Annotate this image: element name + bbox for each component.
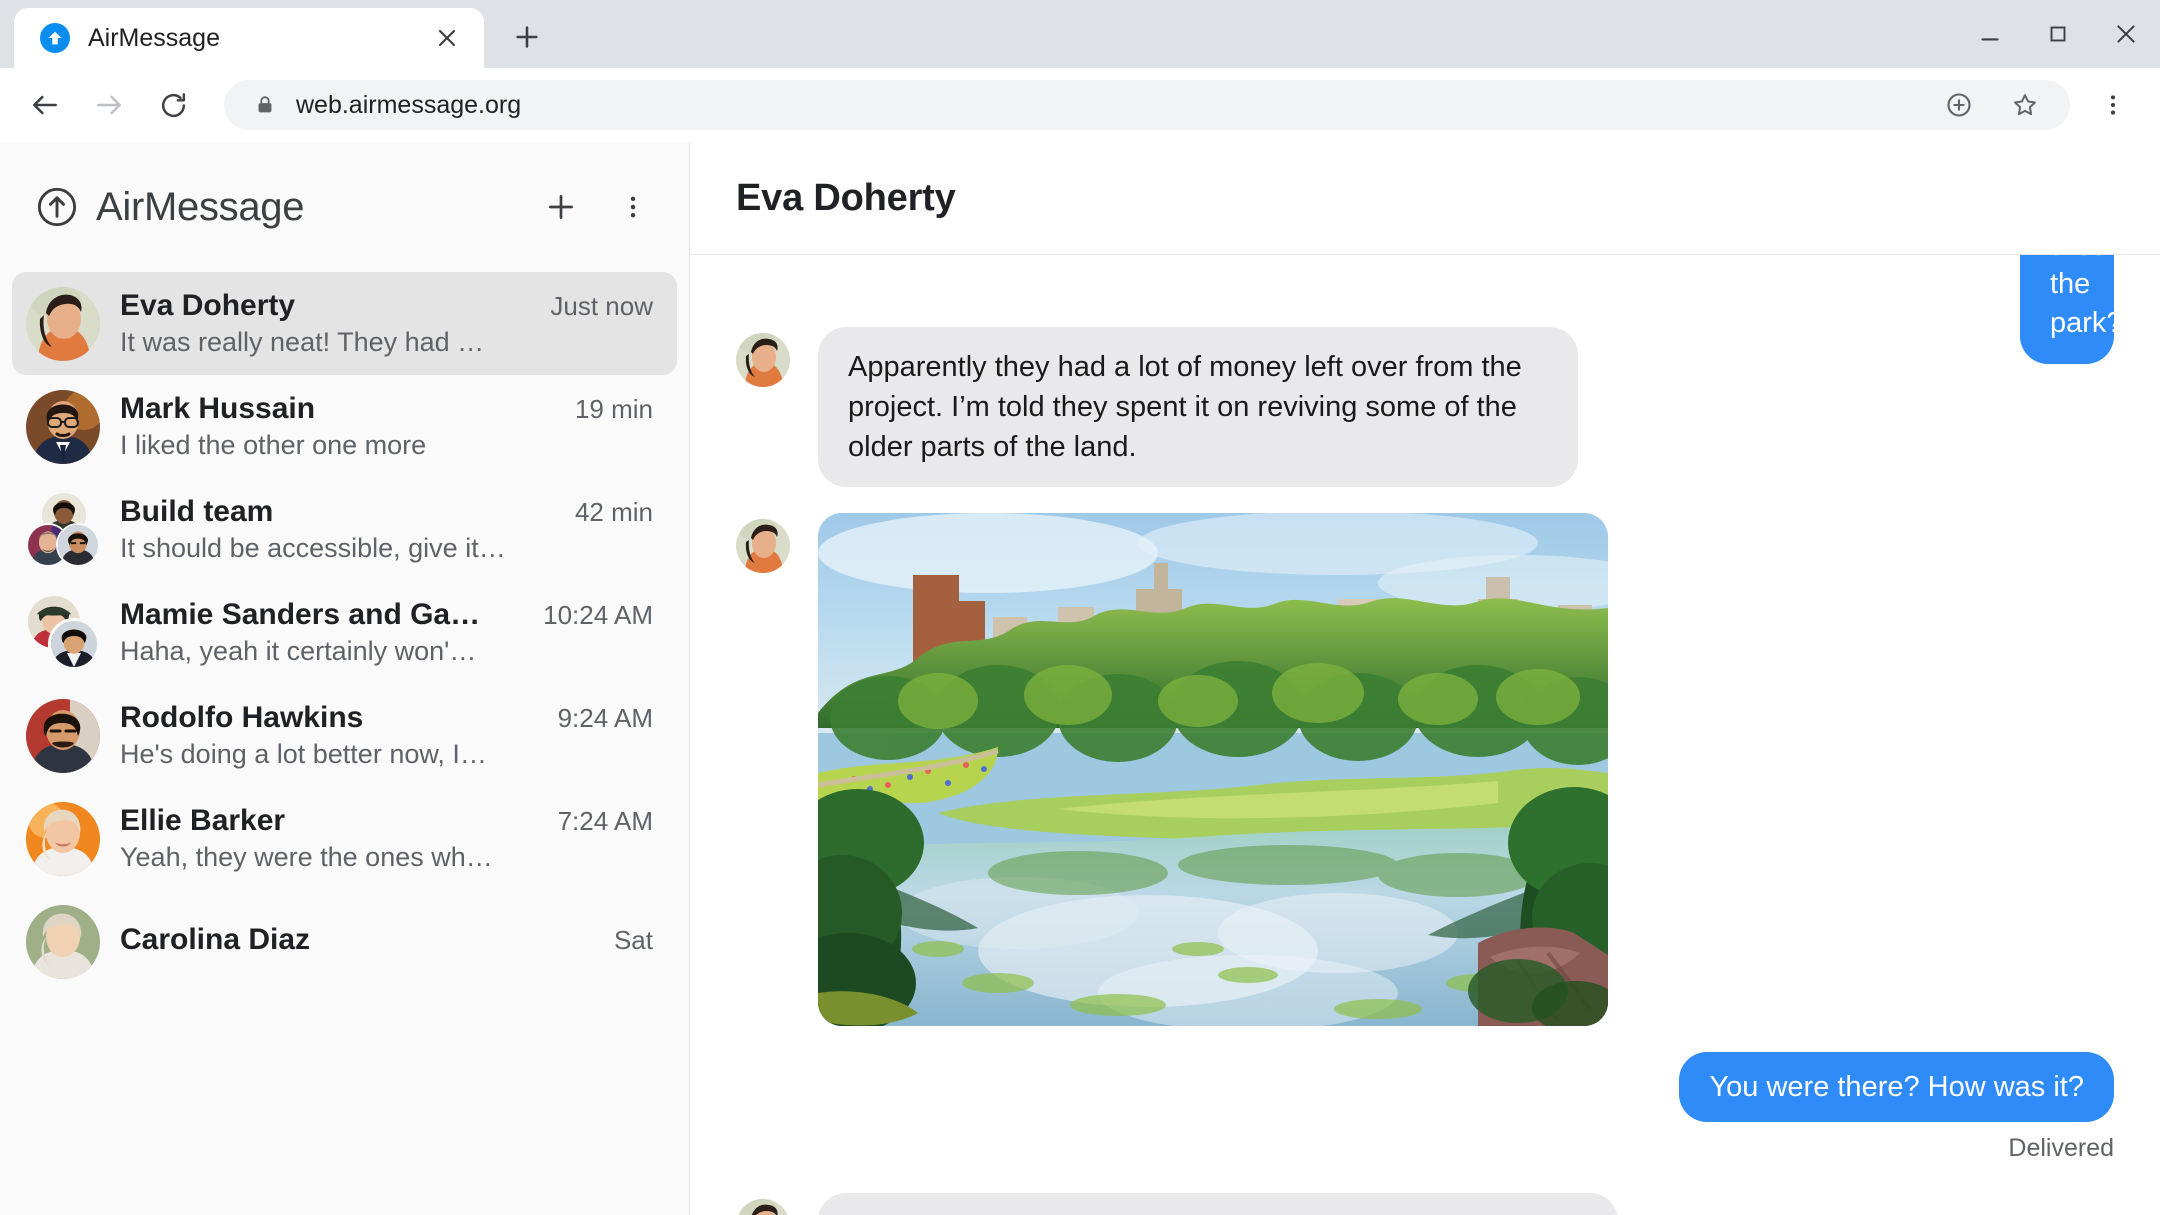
reload-icon[interactable] <box>144 76 202 134</box>
message-row-incoming-attachment <box>736 513 2114 1026</box>
lock-icon <box>254 94 276 116</box>
conversation-item-mark-hussain[interactable]: Mark Hussain 19 min I liked the other on… <box>12 375 677 478</box>
conversation-list[interactable]: Eva Doherty Just now It was really neat!… <box>0 272 689 1215</box>
conversation-preview: I liked the other one more <box>120 430 653 461</box>
conversation-name: Ellie Barker <box>120 804 546 838</box>
sidebar-overflow-menu-icon[interactable] <box>605 179 661 235</box>
conversation-preview: It was really neat! They had … <box>120 327 653 358</box>
app-title: AirMessage <box>96 185 517 230</box>
close-tab-icon[interactable] <box>428 19 466 57</box>
address-bar[interactable]: web.airmessage.org <box>224 80 2070 130</box>
maximize-window-icon[interactable] <box>2024 0 2092 68</box>
conversation-item-ellie-barker[interactable]: Ellie Barker 7:24 AM Yeah, they were the… <box>12 787 677 890</box>
delivery-status: Delivered <box>736 1134 2114 1163</box>
conversation-item-eva-doherty[interactable]: Eva Doherty Just now It was really neat!… <box>12 272 677 375</box>
message-row-outgoing: You were there? How was it? <box>736 1052 2114 1122</box>
browser-tab-airmessage[interactable]: AirMessage <box>14 8 484 68</box>
window-controls <box>1956 0 2160 68</box>
airmessage-arrow-icon <box>40 23 70 53</box>
install-app-icon[interactable] <box>1936 82 1982 128</box>
conversation-time: 9:24 AM <box>558 703 653 734</box>
conversation-time: 7:24 AM <box>558 806 653 837</box>
avatar <box>26 699 100 773</box>
message-bubble-incoming[interactable]: Apparently they had a lot of money left … <box>818 327 1578 487</box>
chat-title: Eva Doherty <box>736 177 956 220</box>
new-tab-button[interactable] <box>502 12 552 62</box>
avatar <box>26 802 100 876</box>
back-arrow-icon[interactable] <box>16 76 74 134</box>
conversation-name: Mark Hussain <box>120 392 563 426</box>
conversation-preview: He's doing a lot better now, I… <box>120 739 653 770</box>
conversation-name: Carolina Diaz <box>120 923 602 957</box>
conversation-item-rodolfo-hawkins[interactable]: Rodolfo Hawkins 9:24 AM He's doing a lot… <box>12 684 677 787</box>
avatar <box>736 333 790 387</box>
airmessage-app: AirMessage <box>0 142 2160 1215</box>
avatar <box>736 1199 790 1215</box>
conversation-time: 10:24 AM <box>543 600 653 631</box>
tab-title: AirMessage <box>88 24 410 53</box>
conversation-sidebar: AirMessage <box>0 142 690 1215</box>
conversation-name: Build team <box>120 495 563 529</box>
conversation-item-build-team[interactable]: Build team 42 min It should be accessibl… <box>12 478 677 581</box>
minimize-window-icon[interactable] <box>1956 0 2024 68</box>
message-bubble-outgoing-clipped[interactable]: around the park? <box>2020 255 2114 364</box>
chat-header: Eva Doherty <box>690 142 2160 255</box>
url-text: web.airmessage.org <box>296 91 1916 120</box>
browser-window: AirMessage <box>0 0 2160 1215</box>
avatar <box>26 287 100 361</box>
group-avatar <box>26 596 100 670</box>
airmessage-circle-arrow-icon <box>34 184 80 230</box>
tab-strip: AirMessage <box>0 0 2160 68</box>
avatar <box>26 390 100 464</box>
new-conversation-button[interactable] <box>533 179 589 235</box>
conversation-name: Rodolfo Hawkins <box>120 701 546 735</box>
avatar <box>26 905 100 979</box>
close-window-icon[interactable] <box>2092 0 2160 68</box>
conversation-time: Sat <box>614 925 653 956</box>
message-row-incoming-text-2: It was really neat! They had the fountai… <box>736 1193 2114 1215</box>
message-list[interactable]: around the park? Appare <box>690 255 2160 1215</box>
message-attachment-image[interactable] <box>818 513 1608 1026</box>
conversation-preview: Yeah, they were the ones wh… <box>120 842 653 873</box>
conversation-item-carolina-diaz[interactable]: Carolina Diaz Sat <box>12 890 677 993</box>
message-row-incoming-text: Apparently they had a lot of money left … <box>736 327 2114 487</box>
group-avatar <box>26 493 100 567</box>
conversation-preview: Haha, yeah it certainly won'… <box>120 636 653 667</box>
message-bubble-outgoing[interactable]: You were there? How was it? <box>1679 1052 2114 1122</box>
conversation-name: Mamie Sanders and Ga… <box>120 598 531 632</box>
star-icon[interactable] <box>2002 82 2048 128</box>
message-bubble-incoming-2[interactable]: It was really neat! They had the fountai… <box>818 1193 1618 1215</box>
conversation-time: 19 min <box>575 394 653 425</box>
chat-panel: Eva Doherty around the park? <box>690 142 2160 1215</box>
conversation-item-mamie-sanders-group[interactable]: Mamie Sanders and Ga… 10:24 AM Haha, yea… <box>12 581 677 684</box>
conversation-preview: It should be accessible, give it… <box>120 533 653 564</box>
forward-arrow-icon[interactable] <box>80 76 138 134</box>
conversation-name: Eva Doherty <box>120 289 538 323</box>
conversation-time: Just now <box>550 291 653 322</box>
conversation-time: 42 min <box>575 497 653 528</box>
browser-toolbar: web.airmessage.org <box>0 68 2160 142</box>
avatar <box>736 519 790 573</box>
browser-menu-icon[interactable] <box>2088 76 2138 134</box>
sidebar-header: AirMessage <box>0 142 689 272</box>
